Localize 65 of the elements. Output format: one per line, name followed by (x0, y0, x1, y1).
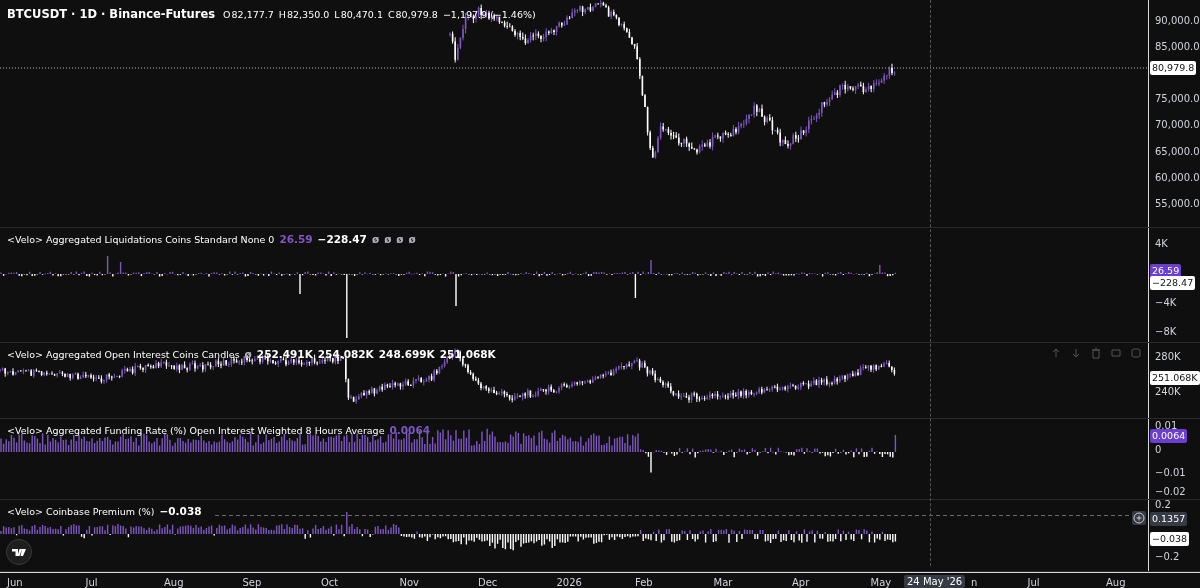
last-price-tag: 80,979.8 (1150, 61, 1197, 75)
axis-label: 85,000.0 (1155, 40, 1200, 55)
axis-label: 2026 (556, 577, 582, 588)
axis-label: Oct (321, 577, 339, 588)
axis-label: Dec (478, 577, 498, 588)
axis-label: 75,000.0 (1155, 92, 1200, 107)
indicator-value: ø (408, 233, 416, 245)
indicator-title: <Velo> Aggregated Open Interest Coins Candles (7, 349, 240, 360)
axis-label: −8K (1155, 325, 1177, 339)
ohlc-label: L (334, 9, 340, 20)
ohlc-label: H (278, 9, 286, 20)
axis-label: 90,000.0 (1155, 14, 1200, 28)
indicator-value: −0.038 (159, 505, 202, 517)
axis-label: n (971, 577, 978, 588)
axis-label: Feb (635, 577, 653, 588)
ohlc-value: 82,350.0 (287, 9, 330, 20)
ohlc-value: 80,470.1 (340, 9, 383, 20)
axis-label: −0.01 (1155, 466, 1186, 480)
axis-label: Apr (792, 577, 810, 588)
axis-label: Aug (164, 577, 184, 588)
crosshair-date-tag: 24 May '26 (904, 575, 966, 588)
value-tag: 0.1357 (1150, 512, 1188, 526)
axis-label: 60,000.0 (1155, 170, 1200, 185)
value-tag: −228.47 (1150, 276, 1196, 290)
value-tag: −0.038 (1150, 532, 1190, 546)
axis-label: −0.02 (1155, 485, 1186, 499)
indicator-value: ø (244, 348, 252, 360)
axis-label: Jun (7, 577, 23, 588)
axis-label: 65,000.0 (1155, 144, 1200, 159)
indicator-value: 248.699K (378, 348, 435, 360)
axis-label: 280K (1155, 350, 1181, 364)
indicator-title: <Velo> Aggregated Liquidations Coins Standard None 0 (7, 234, 275, 245)
indicator-value: 0.0064 (389, 424, 431, 436)
axis-label: 240K (1155, 385, 1181, 399)
axis-label: 55,000.0 (1155, 196, 1200, 211)
indicator-value: ø (396, 233, 404, 245)
axis-label: Mar (713, 577, 733, 588)
axis-label: May (870, 577, 892, 588)
axis-label: Jul (1027, 577, 1040, 588)
indicator-title: <Velo> Aggregated Funding Rate (%) Open Interest Weighted 8 Hours Average (7, 425, 385, 436)
axis-label: 70,000.0 (1155, 118, 1200, 133)
axis-label: 4K (1155, 237, 1168, 251)
axis-label: 0.2 (1155, 500, 1171, 512)
axis-label: 0 (1155, 443, 1162, 457)
indicator-value: 254.082K (317, 348, 374, 360)
indicator-value: 26.59 (279, 233, 313, 245)
axis-label: 0.01 (1155, 419, 1178, 432)
ohlc-label: C (387, 9, 395, 20)
indicator-value: 252.491K (256, 348, 313, 360)
value-tag: 251.068K (1150, 371, 1200, 385)
ohlc-label: O (223, 9, 231, 20)
axis-label: Sep (242, 577, 262, 588)
axis-label: −0.2 (1155, 550, 1180, 564)
axis-label: −4K (1155, 296, 1177, 310)
indicator-value: ø (371, 233, 380, 245)
ohlc-value: 82,177.7 (231, 9, 274, 20)
axis-label: Nov (399, 577, 420, 588)
indicator-value: ø (384, 233, 392, 245)
ohlc-value: 80,979.8 (395, 9, 438, 20)
indicator-title: <Velo> Coinbase Premium (%) (7, 506, 155, 517)
symbol-title: BTCUSDT · 1D · Binance-Futures (7, 7, 216, 21)
indicator-value: −228.47 (317, 233, 367, 245)
axis-label: Aug (1106, 577, 1126, 588)
value-tag: 0.0064 (1150, 429, 1188, 443)
axis-label: Jul (85, 577, 98, 588)
